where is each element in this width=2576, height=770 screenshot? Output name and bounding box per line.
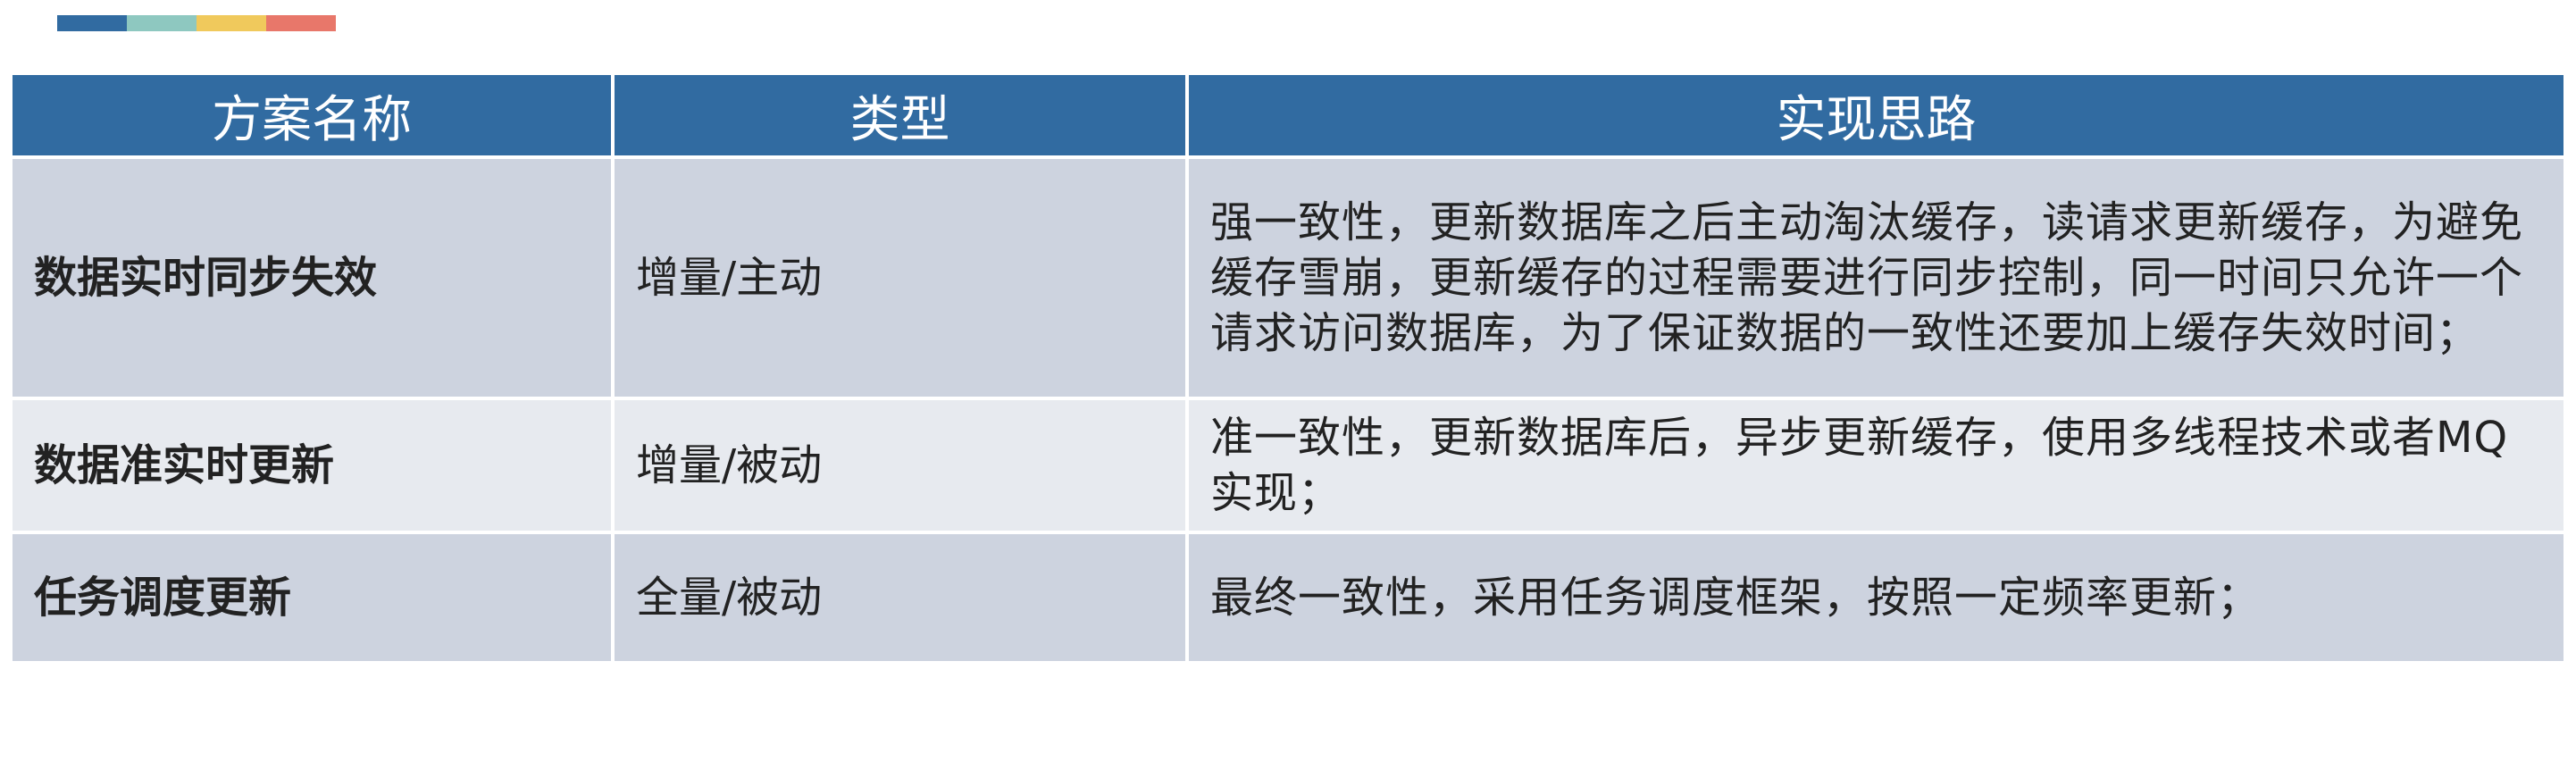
scheme-type-cell: 全量/被动	[613, 532, 1189, 665]
accent-color-bar	[57, 15, 336, 31]
table-row: 数据实时同步失效 增量/主动 强一致性，更新数据库之后主动淘汰缓存，读请求更新缓…	[13, 157, 2563, 400]
scheme-name-cell: 任务调度更新	[13, 532, 615, 665]
table-row: 数据准实时更新 增量/被动 准一致性，更新数据库后，异步更新缓存，使用多线程技术…	[13, 398, 2563, 534]
header-type: 类型	[613, 75, 1189, 159]
accent-segment-red	[266, 15, 336, 31]
scheme-name-cell: 数据准实时更新	[13, 398, 615, 534]
table-header-row: 方案名称 类型 实现思路	[13, 75, 2563, 159]
scheme-approach-cell: 强一致性，更新数据库之后主动淘汰缓存，读请求更新缓存，为避免缓存雪崩，更新缓存的…	[1187, 157, 2563, 400]
scheme-comparison-table: 方案名称 类型 实现思路 数据实时同步失效 增量/主动 强一致性，更新数据库之后…	[13, 75, 2563, 665]
accent-segment-yellow	[197, 15, 266, 31]
header-approach: 实现思路	[1187, 75, 2563, 159]
scheme-approach-cell: 最终一致性，采用任务调度框架，按照一定频率更新；	[1187, 532, 2563, 665]
scheme-type-cell: 增量/被动	[613, 398, 1189, 534]
scheme-approach-cell: 准一致性，更新数据库后，异步更新缓存，使用多线程技术或者MQ实现；	[1187, 398, 2563, 534]
header-scheme-name: 方案名称	[13, 75, 615, 159]
scheme-type-cell: 增量/主动	[613, 157, 1189, 400]
scheme-name-cell: 数据实时同步失效	[13, 157, 615, 400]
table-row: 任务调度更新 全量/被动 最终一致性，采用任务调度框架，按照一定频率更新；	[13, 532, 2563, 665]
accent-segment-teal	[127, 15, 197, 31]
accent-segment-blue	[57, 15, 127, 31]
